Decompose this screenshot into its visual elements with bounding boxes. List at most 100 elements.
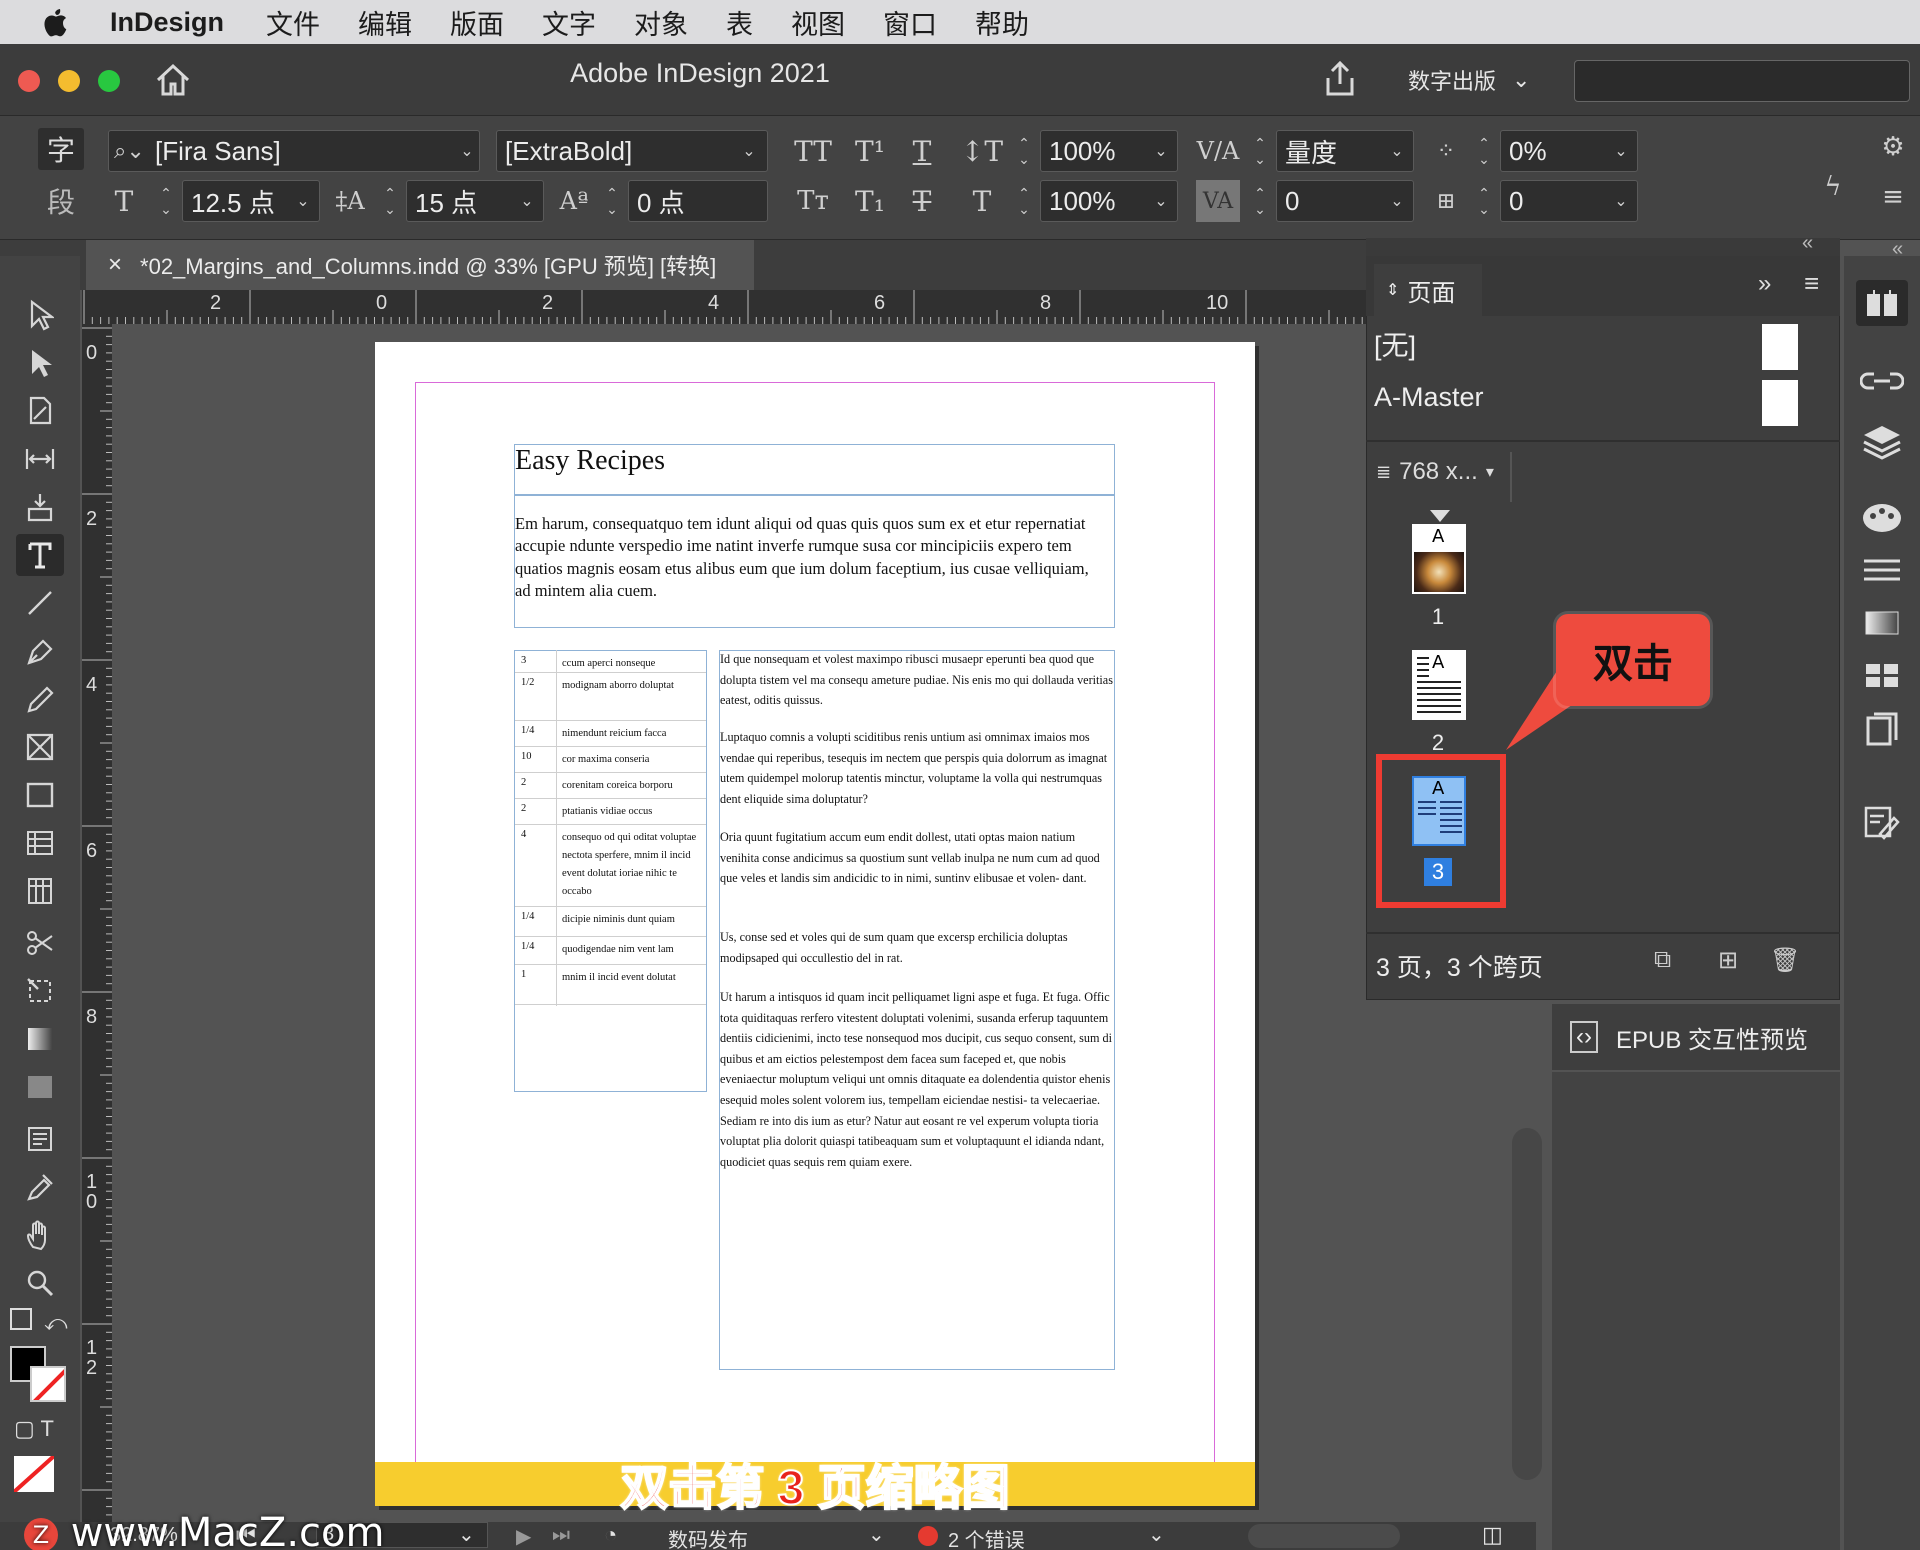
- errors-dropdown-icon[interactable]: ⌄: [1148, 1522, 1165, 1547]
- ingredient-table[interactable]: 3 ccum aperci nonseque 1/2 modignam aborro…: [514, 650, 707, 1092]
- apple-icon[interactable]: [0, 7, 110, 37]
- font-family-dropdown-icon[interactable]: ⌄: [452, 130, 482, 172]
- default-colors-icon[interactable]: [10, 1308, 32, 1330]
- baseline-shift-stepper[interactable]: ⌃ ⌄: [600, 180, 624, 222]
- menu-table[interactable]: 表: [726, 3, 753, 42]
- menu-layout[interactable]: 版面: [450, 3, 504, 42]
- rectangle-frame-tool-icon[interactable]: [16, 726, 64, 768]
- gradient-swatch-tool-icon[interactable]: [16, 1018, 64, 1060]
- tsume-stepper[interactable]: ⌃ ⌄: [1472, 130, 1496, 172]
- next-page-icon[interactable]: ▶: [516, 1524, 531, 1549]
- body-text-frame[interactable]: Id que nonsequam et volest maximpo ribus…: [719, 650, 1115, 1370]
- share-icon[interactable]: [1322, 60, 1358, 103]
- leading-stepper[interactable]: ⌃ ⌄: [378, 180, 402, 222]
- small-caps-icon[interactable]: Tт: [788, 180, 838, 222]
- preflight-icon[interactable]: ◔: [604, 1522, 617, 1548]
- paragraph-mode-tab[interactable]: 段: [38, 180, 84, 222]
- direct-selection-tool-icon[interactable]: [16, 342, 64, 384]
- heading-frame[interactable]: Easy Recipes: [514, 444, 1115, 496]
- leading-dropdown-icon[interactable]: ⌄: [512, 180, 542, 222]
- all-caps-icon[interactable]: TT: [788, 130, 838, 172]
- underline-icon[interactable]: T: [902, 130, 942, 172]
- links-panel-icon[interactable]: [1859, 366, 1905, 401]
- tsume-dropdown-icon[interactable]: ⌄: [1606, 130, 1636, 172]
- note-tool-icon[interactable]: [16, 1118, 64, 1160]
- panel-menu-icon[interactable]: ≡: [1804, 268, 1819, 299]
- edit-review-icon[interactable]: [1860, 804, 1904, 845]
- document-tab[interactable]: × *02_Margins_and_Columns.indd @ 33% [GP…: [86, 240, 754, 290]
- layers-panel-icon[interactable]: [1860, 424, 1904, 465]
- font-style-field[interactable]: [ExtraBold]: [496, 130, 768, 172]
- cc-libraries-icon[interactable]: [1860, 660, 1904, 695]
- collapse-strip-icon[interactable]: «: [1892, 238, 1903, 261]
- font-family-field[interactable]: [Fira Sans]: [108, 130, 480, 172]
- content-collector-icon[interactable]: [16, 486, 64, 528]
- menu-file[interactable]: 文件: [266, 3, 320, 42]
- swatches-panel-icon[interactable]: [1860, 500, 1904, 539]
- horizontal-scale-stepper[interactable]: ⌃ ⌄: [1012, 180, 1036, 222]
- subscript-icon[interactable]: T₁: [850, 180, 890, 222]
- quick-apply-icon[interactable]: ϟ: [1818, 166, 1848, 208]
- kerning-dropdown-icon[interactable]: ⌄: [1382, 130, 1412, 172]
- scissors-tool-icon[interactable]: [16, 922, 64, 964]
- menu-edit[interactable]: 编辑: [358, 3, 412, 42]
- kerning-stepper[interactable]: ⌃ ⌄: [1248, 130, 1272, 172]
- font-style-dropdown-icon[interactable]: ⌄: [734, 130, 764, 172]
- zoom-tool-icon[interactable]: [16, 1262, 64, 1304]
- new-page-icon[interactable]: ⊞: [1718, 946, 1738, 975]
- page-2-thumbnail[interactable]: A: [1412, 650, 1466, 720]
- selection-tool-icon[interactable]: [16, 294, 64, 336]
- tracking-stepper[interactable]: ⌃ ⌄: [1248, 180, 1272, 222]
- font-size-dropdown-icon[interactable]: ⌄: [288, 180, 318, 222]
- strikethrough-icon[interactable]: T: [902, 180, 942, 222]
- menu-view[interactable]: 视图: [791, 3, 845, 42]
- edit-page-size-icon[interactable]: ⧉: [1654, 946, 1671, 974]
- gradient-feather-tool-icon[interactable]: [16, 1066, 64, 1108]
- formatting-affects-container-icon[interactable]: ▢ T: [14, 1416, 54, 1442]
- hand-tool-icon[interactable]: [16, 1214, 64, 1256]
- gear-icon[interactable]: ⚙: [1876, 130, 1910, 164]
- stroke-color-icon[interactable]: [30, 1366, 66, 1402]
- intro-frame[interactable]: Em harum, consequatquo tem idunt aliqui …: [514, 494, 1115, 628]
- menu-type[interactable]: 文字: [542, 3, 596, 42]
- master-none[interactable]: [无]: [1374, 324, 1416, 363]
- baseline-shift-field[interactable]: 0 点: [628, 180, 768, 222]
- page-dropdown-icon[interactable]: ⌄: [458, 1522, 475, 1547]
- pages-tab[interactable]: ⇕ 页面: [1374, 264, 1482, 316]
- line-tool-icon[interactable]: [16, 582, 64, 624]
- rectangle-tool-icon[interactable]: [16, 774, 64, 816]
- superscript-icon[interactable]: T¹: [850, 130, 890, 172]
- vertical-scale-dropdown-icon[interactable]: ⌄: [1146, 130, 1176, 172]
- horizontal-scale-dropdown-icon[interactable]: ⌄: [1146, 180, 1176, 222]
- apply-none-icon[interactable]: [14, 1456, 54, 1492]
- page-1-thumbnail[interactable]: A: [1412, 524, 1466, 594]
- vertical-grid-tool-icon[interactable]: [16, 870, 64, 912]
- swap-colors-icon[interactable]: ⤺: [44, 1310, 68, 1336]
- profile-dropdown-icon[interactable]: ⌄: [868, 1522, 885, 1547]
- grid-dropdown-icon[interactable]: ⌄: [1606, 180, 1636, 222]
- menu-help[interactable]: 帮助: [975, 3, 1029, 42]
- menu-object[interactable]: 对象: [634, 3, 688, 42]
- master-none-thumbnail[interactable]: [1762, 324, 1798, 370]
- publish-online-icon[interactable]: [1860, 712, 1904, 753]
- vertical-scale-stepper[interactable]: ⌃ ⌄: [1012, 130, 1036, 172]
- workspace-switcher[interactable]: 数字出版 ⌄: [1408, 64, 1530, 96]
- split-view-icon[interactable]: ◫: [1482, 1522, 1503, 1548]
- character-mode-tab[interactable]: 字: [38, 128, 84, 170]
- page-size-selector[interactable]: ≣ 768 x... ▾: [1376, 458, 1494, 486]
- tracking-dropdown-icon[interactable]: ⌄: [1382, 180, 1412, 222]
- error-count[interactable]: 2 个错误: [948, 1524, 1025, 1550]
- font-size-stepper[interactable]: ⌃ ⌄: [154, 180, 178, 222]
- expand-panel-icon[interactable]: »: [1758, 270, 1771, 298]
- panel-menu-icon[interactable]: ≡: [1876, 180, 1910, 214]
- master-a[interactable]: A-Master: [1374, 382, 1484, 413]
- pencil-tool-icon[interactable]: [16, 678, 64, 720]
- horizontal-grid-tool-icon[interactable]: [16, 822, 64, 864]
- pages-panel-icon[interactable]: [1856, 280, 1908, 326]
- close-tab-icon[interactable]: ×: [108, 251, 122, 279]
- free-transform-tool-icon[interactable]: [16, 970, 64, 1012]
- stroke-panel-icon[interactable]: [1860, 556, 1904, 591]
- vertical-scrollbar[interactable]: [1512, 1128, 1542, 1480]
- collapse-panels-icon[interactable]: «: [1802, 232, 1813, 255]
- gradient-panel-icon[interactable]: [1860, 608, 1904, 643]
